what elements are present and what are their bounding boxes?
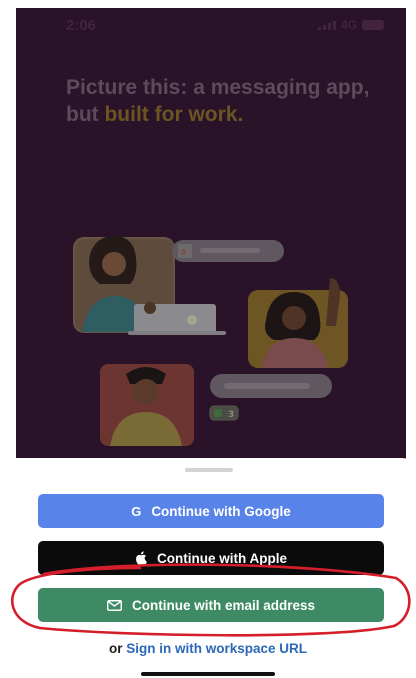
continue-with-email-button[interactable]: Continue with email address bbox=[38, 588, 384, 622]
sheet-grabber[interactable] bbox=[185, 468, 233, 472]
workspace-signin-row: or Sign in with workspace URL bbox=[0, 641, 416, 656]
continue-with-google-button[interactable]: G Continue with Google bbox=[38, 494, 384, 528]
auth-sheet: G Continue with Google Continue with App… bbox=[0, 458, 416, 678]
onboarding-hero: 2:06 4G Picture this: a messaging app, b… bbox=[16, 8, 406, 466]
reaction-badge: 3 bbox=[209, 405, 239, 421]
apple-icon bbox=[135, 551, 147, 565]
continue-with-apple-button[interactable]: Continue with Apple bbox=[38, 541, 384, 575]
google-icon: G bbox=[131, 503, 142, 519]
file-message-bubble: A bbox=[172, 240, 284, 262]
sign-in-with-workspace-url-link[interactable]: Sign in with workspace URL bbox=[126, 641, 307, 656]
message-bubble bbox=[210, 374, 332, 398]
hero-illustration: A 3 bbox=[73, 236, 348, 446]
home-indicator bbox=[141, 672, 275, 676]
person-card bbox=[100, 364, 194, 446]
person-waving-card bbox=[248, 278, 348, 368]
alt-signin-prefix: or bbox=[108, 641, 127, 656]
svg-text:A: A bbox=[181, 248, 187, 257]
apple-button-label: Continue with Apple bbox=[157, 550, 287, 566]
reaction-count: 3 bbox=[228, 410, 234, 420]
google-button-label: Continue with Google bbox=[151, 503, 291, 519]
email-button-label: Continue with email address bbox=[131, 597, 316, 613]
phone-screen: 2:06 4G Picture this: a messaging app, b… bbox=[0, 0, 416, 678]
mail-icon bbox=[107, 599, 122, 611]
